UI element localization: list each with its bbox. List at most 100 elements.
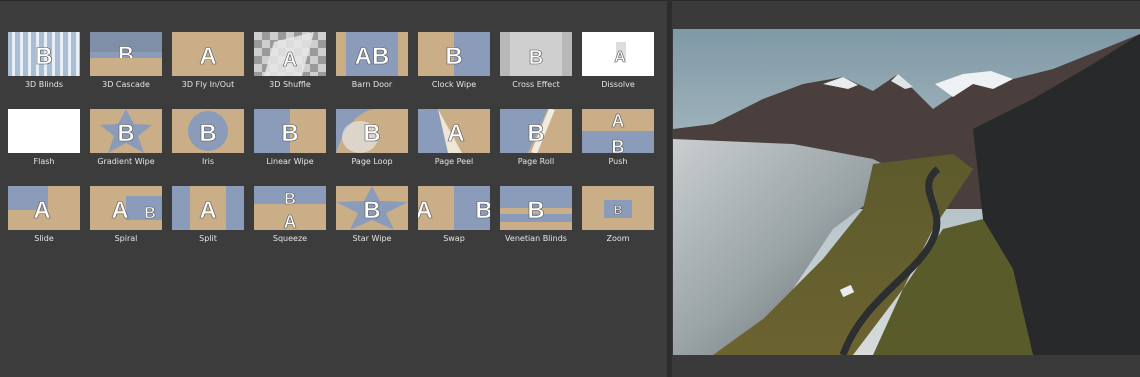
svg-text:AB: AB — [355, 43, 390, 70]
transition-label: Push — [608, 157, 628, 166]
transition-label: Linear Wipe — [266, 157, 314, 166]
svg-text:B: B — [527, 197, 544, 224]
transition-tile[interactable]: B 3D Blinds — [8, 32, 80, 92]
transition-thumbnail: A — [8, 186, 80, 230]
transition-tile[interactable]: A B Push — [582, 109, 654, 169]
transition-thumbnail: AB — [582, 109, 654, 153]
transition-label: Iris — [201, 157, 215, 166]
transition-thumbnail: B — [336, 109, 408, 153]
svg-text:B: B — [281, 120, 298, 147]
transition-thumbnail: B — [172, 109, 244, 153]
transition-label: 3D Blinds — [24, 80, 64, 89]
transition-tile[interactable]: B 3D Cascade — [90, 32, 162, 92]
transition-label: 3D Cascade — [102, 80, 150, 89]
transition-tile[interactable]: B Iris — [172, 109, 244, 169]
transition-label: Dissolve — [601, 80, 635, 89]
transition-label: Clock Wipe — [431, 80, 477, 89]
transition-label: Venetian Blinds — [505, 234, 567, 243]
svg-text:A: A — [614, 49, 626, 66]
transition-thumbnail: AB — [90, 186, 162, 230]
transition-label: 3D Shuffle — [269, 80, 311, 89]
transition-thumbnail — [8, 109, 80, 153]
transition-thumbnail: B — [90, 109, 162, 153]
transition-tile[interactable]: A Slide — [8, 186, 80, 246]
transition-label: Page Peel — [434, 157, 474, 166]
transition-thumbnail: B — [418, 32, 490, 76]
svg-text:A: A — [111, 197, 128, 224]
transition-thumbnail: A — [582, 32, 654, 76]
svg-text:B: B — [35, 43, 52, 70]
svg-text:A: A — [447, 120, 464, 147]
transition-tile[interactable]: A 3D Shuffle — [254, 32, 326, 92]
transition-tile[interactable]: A B Spiral — [90, 186, 162, 246]
transition-label: Gradient Wipe — [97, 157, 155, 166]
svg-text:B: B — [144, 205, 156, 222]
svg-text:B: B — [475, 197, 490, 224]
svg-text:B: B — [529, 47, 543, 69]
transition-tile[interactable]: B Clock Wipe — [418, 32, 490, 92]
transition-label: Split — [199, 234, 217, 243]
transition-tile[interactable]: B Page Roll — [500, 109, 572, 169]
transition-tile[interactable]: B Page Loop — [336, 109, 408, 169]
transition-tile[interactable]: Flash — [8, 109, 80, 169]
transition-thumbnail: B — [582, 186, 654, 230]
transition-thumbnail: A — [172, 32, 244, 76]
svg-text:B: B — [612, 137, 625, 153]
transition-tile[interactable]: A Page Peel — [418, 109, 490, 169]
preview-image — [673, 29, 1140, 355]
svg-text:B: B — [199, 120, 216, 147]
svg-text:B: B — [284, 191, 296, 208]
transition-thumbnail: B — [500, 186, 572, 230]
transition-label: 3D Fly In/Out — [181, 80, 235, 89]
svg-text:B: B — [614, 203, 623, 217]
transition-label: Cross Effect — [512, 80, 560, 89]
transition-label: Barn Door — [351, 80, 393, 89]
transition-tile[interactable]: A Split — [172, 186, 244, 246]
transition-thumbnail: B — [254, 109, 326, 153]
transition-thumbnail: B — [90, 32, 162, 76]
svg-text:A: A — [283, 49, 297, 71]
transition-thumbnail: A — [172, 186, 244, 230]
preview-panel — [672, 0, 1140, 377]
svg-text:B: B — [363, 197, 380, 224]
transition-thumbnail: BA — [254, 186, 326, 230]
transition-tile[interactable]: B Cross Effect — [500, 32, 572, 92]
svg-text:B: B — [445, 43, 462, 70]
transition-thumbnail: B — [500, 109, 572, 153]
transition-thumbnail: B — [500, 32, 572, 76]
svg-text:A: A — [418, 197, 433, 224]
svg-text:A: A — [612, 111, 625, 131]
transition-tile[interactable]: A 3D Fly In/Out — [172, 32, 244, 92]
transition-label: Star Wipe — [352, 234, 392, 243]
svg-text:A: A — [199, 43, 216, 70]
transition-tile[interactable]: B Venetian Blinds — [500, 186, 572, 246]
transition-tile[interactable]: A Dissolve — [582, 32, 654, 92]
svg-text:A: A — [33, 197, 50, 224]
transition-thumbnail: A — [418, 109, 490, 153]
transition-tile[interactable]: B A Squeeze — [254, 186, 326, 246]
transition-label: Slide — [34, 234, 54, 243]
transition-tile[interactable]: B Star Wipe — [336, 186, 408, 246]
transition-label: Page Roll — [517, 157, 555, 166]
transition-tile[interactable]: B Linear Wipe — [254, 109, 326, 169]
svg-text:B: B — [117, 120, 134, 147]
transition-editor: B 3D Blinds B 3D Cascade A 3D Fly In/Out A 3D S… — [0, 0, 1140, 377]
transition-label: Squeeze — [272, 234, 308, 243]
transition-tile[interactable]: B Gradient Wipe — [90, 109, 162, 169]
svg-text:A: A — [199, 197, 216, 224]
svg-text:B: B — [527, 120, 544, 147]
transitions-panel: B 3D Blinds B 3D Cascade A 3D Fly In/Out A 3D S… — [0, 0, 667, 377]
svg-text:A: A — [284, 212, 297, 230]
transition-label: Page Loop — [351, 157, 393, 166]
transition-thumbnail: AB — [336, 32, 408, 76]
transition-thumbnail: A — [254, 32, 326, 76]
transition-tile[interactable]: AB Barn Door — [336, 32, 408, 92]
transition-tile[interactable]: B Zoom — [582, 186, 654, 246]
transition-label: Zoom — [606, 234, 630, 243]
landscape-preview — [673, 29, 1140, 355]
transition-thumbnail: AB — [418, 186, 490, 230]
transition-tile[interactable]: A B Swap — [418, 186, 490, 246]
transition-label: Spiral — [114, 234, 138, 243]
transition-thumbnail: B — [8, 32, 80, 76]
transition-thumbnail: B — [336, 186, 408, 230]
